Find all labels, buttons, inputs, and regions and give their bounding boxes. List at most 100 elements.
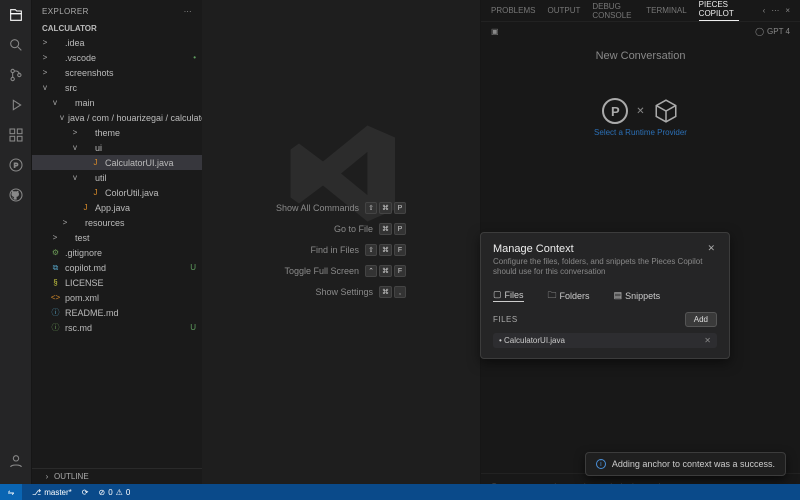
context-file-name: CalculatorUI.java <box>504 336 565 345</box>
file-icon: § <box>50 277 61 288</box>
dialog-close-icon[interactable]: ✕ <box>705 243 717 254</box>
tree-file[interactable]: §LICENSE <box>32 275 202 290</box>
folder-icon <box>50 82 61 93</box>
tree-label: test <box>75 233 90 243</box>
pieces-logo: P ✕ <box>491 98 790 124</box>
command-hint: Go to File⌘P <box>334 223 406 235</box>
tree-folder[interactable]: vui <box>32 140 202 155</box>
context-file-chip: • CalculatorUI.java ✕ <box>493 333 717 348</box>
tree-folder[interactable]: >test <box>32 230 202 245</box>
model-selector[interactable]: ◯ GPT 4 <box>755 27 790 36</box>
keybind-key: F <box>394 265 406 277</box>
file-icon: ⚙ <box>50 247 61 258</box>
manage-context-dialog: Manage Context Configure the files, fold… <box>480 232 730 359</box>
tree-folder[interactable]: >.idea <box>32 35 202 50</box>
tree-label: screenshots <box>65 68 114 78</box>
layout-icon[interactable]: ▣ <box>491 27 499 36</box>
pieces-p-icon: P <box>602 98 628 124</box>
dialog-tab-files[interactable]: ▢ Files <box>493 289 524 302</box>
remove-file-icon[interactable]: ✕ <box>704 336 711 345</box>
tree-label: rsc.md <box>65 323 92 333</box>
tree-file[interactable]: ⧉copilot.mdU <box>32 260 202 275</box>
tree-file[interactable]: ⓘrsc.mdU <box>32 320 202 335</box>
dialog-title: Manage Context <box>493 243 705 255</box>
tree-file[interactable]: JCalculatorUI.java <box>32 155 202 170</box>
file-icon: <> <box>50 292 61 303</box>
panel-tab[interactable]: PROBLEMS <box>491 6 535 15</box>
tree-file[interactable]: ⚙ .gitignore <box>32 245 202 260</box>
editor-area: Show All Commands⇧⌘PGo to File⌘PFind in … <box>202 0 480 500</box>
branch-indicator[interactable]: ⎇ master* <box>32 488 72 497</box>
tree-label: App.java <box>95 203 130 213</box>
source-control-icon[interactable] <box>7 66 25 84</box>
tree-file[interactable]: JApp.java <box>32 200 202 215</box>
tree-folder[interactable]: >theme <box>32 125 202 140</box>
problems-indicator[interactable]: ⊘ 0 ⚠ 0 <box>98 488 130 497</box>
tree-file[interactable]: <>pom.xml <box>32 290 202 305</box>
accounts-icon[interactable] <box>7 452 25 470</box>
activity-bar: P <box>0 0 32 500</box>
keybind-key: P <box>394 223 406 235</box>
tree-label: copilot.md <box>65 263 106 273</box>
tree-label: .idea <box>65 38 85 48</box>
remote-icon[interactable]: ⇋ <box>0 484 22 500</box>
sidebar-more-icon[interactable]: ⋯ <box>184 7 192 16</box>
panel-tab[interactable]: PIECES COPILOT <box>699 0 739 21</box>
panel-tab[interactable]: OUTPUT <box>547 6 580 15</box>
tree-label: main <box>75 98 95 108</box>
svg-text:P: P <box>13 163 18 170</box>
github-icon[interactable] <box>7 186 25 204</box>
file-icon: J <box>90 157 101 168</box>
tree-folder[interactable]: vsrc <box>32 80 202 95</box>
tree-folder[interactable]: vutil <box>32 170 202 185</box>
tree-file[interactable]: ⓘREADME.md <box>32 305 202 320</box>
panel-close-icon[interactable]: × <box>785 6 790 15</box>
panel-back-icon[interactable]: ‹ <box>763 6 766 15</box>
tree-label: .vscode <box>65 53 96 63</box>
sidebar-title: EXPLORER <box>42 7 89 16</box>
tree-folder[interactable]: >resources <box>32 215 202 230</box>
keybind-key: , <box>394 286 406 298</box>
tree-file[interactable]: JColorUtil.java <box>32 185 202 200</box>
file-icon: J <box>90 187 101 198</box>
status-bar: ⇋ ⎇ master* ⟳ ⊘ 0 ⚠ 0 <box>0 484 800 500</box>
runtime-hint[interactable]: Select a Runtime Provider <box>491 128 790 137</box>
dialog-tab-folders[interactable]: 🗀 Folders <box>548 288 590 304</box>
add-button[interactable]: Add <box>685 312 717 327</box>
sync-icon[interactable]: ⟳ <box>82 488 89 497</box>
folder-icon <box>80 142 91 153</box>
folder-icon <box>60 232 71 243</box>
project-name[interactable]: CALCULATOR <box>32 22 202 35</box>
git-status-flag: U <box>190 263 196 272</box>
folder-icon <box>80 127 91 138</box>
tree-label: theme <box>95 128 120 138</box>
keybind-key: F <box>394 244 406 256</box>
folder-icon <box>50 37 61 48</box>
debug-icon[interactable] <box>7 96 25 114</box>
info-icon: i <box>596 459 606 469</box>
tree-folder[interactable]: >screenshots <box>32 65 202 80</box>
tree-label: .gitignore <box>65 248 102 258</box>
cube-icon <box>653 98 679 124</box>
panel-tab[interactable]: TERMINAL <box>646 6 686 15</box>
panel-tab[interactable]: DEBUG CONSOLE <box>592 2 634 20</box>
dialog-tab-snippets[interactable]: ▤ Snippets <box>614 290 661 301</box>
keybind-key: ⌘ <box>379 223 392 235</box>
tree-folder[interactable]: vjava / com / houarizegai / calculator <box>32 110 202 125</box>
panel-more-icon[interactable]: ⋯ <box>771 6 779 15</box>
file-icon: ⓘ <box>50 307 61 318</box>
dialog-section-label: FILES <box>493 315 518 324</box>
pieces-icon[interactable]: P <box>7 156 25 174</box>
folder-icon <box>80 172 91 183</box>
panel-tabs: PROBLEMS OUTPUT DEBUG CONSOLE TERMINAL PIECE… <box>481 0 800 22</box>
sidebar: EXPLORER ⋯ CALCULATOR >.idea>.vscode•>sc… <box>32 0 202 500</box>
explorer-icon[interactable] <box>7 6 25 24</box>
tree-folder[interactable]: >.vscode• <box>32 50 202 65</box>
tree-folder[interactable]: vmain <box>32 95 202 110</box>
toast-message: Adding anchor to context was a success. <box>612 459 775 469</box>
search-icon[interactable] <box>7 36 25 54</box>
outline-section[interactable]: ›OUTLINE <box>32 468 202 484</box>
folder-icon <box>50 52 61 63</box>
extensions-icon[interactable] <box>7 126 25 144</box>
tree-label: src <box>65 83 77 93</box>
